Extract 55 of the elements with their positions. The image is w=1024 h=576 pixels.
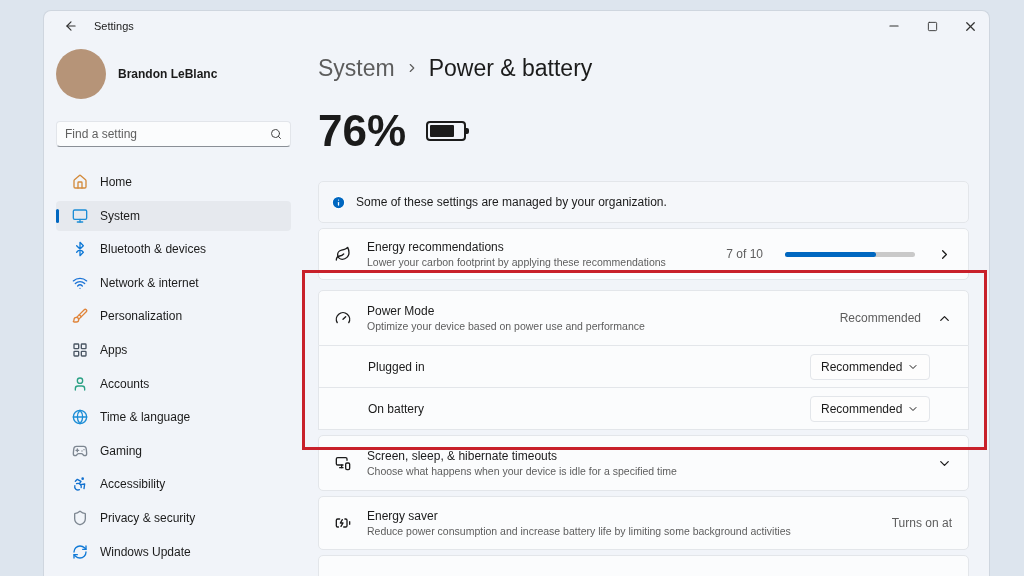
settings-card[interactable]: Screen, sleep, & hibernate timeouts Choose what happens when your device is idle for a specified time [318,435,969,491]
nav-item[interactable]: Accounts [56,368,291,399]
leaf-icon [335,246,351,262]
dropdown[interactable]: Recommended [810,395,930,422]
battery-percent: 76% [318,106,407,156]
card-subtitle: Reduce power consumption and increase battery life by limiting some background activities [367,525,792,537]
search-field[interactable]: Find a setting [56,121,291,147]
globe-icon [72,409,88,426]
card-subtitle: Optimize your device based on power use and performance [367,320,646,332]
search-icon [270,128,282,140]
nav-item[interactable]: Accessibility [56,469,291,500]
home-icon [72,174,88,190]
nav-item[interactable]: Privacy & security [56,502,291,533]
card-subtitle: Lower your carbon footprint by applying these recommendations [367,256,667,268]
nav-item[interactable]: System [56,200,291,231]
nav-item[interactable]: Personalization [56,301,291,332]
apps-grid-icon [72,341,88,358]
current-value: Turns on at [891,516,952,530]
nav-item[interactable]: Apps [56,334,291,365]
window-title: Settings [94,20,135,32]
nav-item[interactable]: Home [56,167,291,197]
breadcrumb-link[interactable]: System [318,54,395,82]
shield-icon [72,509,88,526]
settings-card[interactable]: Power Mode Optimize your device based on power use and performance Recommended [318,290,969,346]
nav-item[interactable]: Windows Update [56,536,291,567]
person-icon [72,375,88,392]
update-icon [72,543,88,560]
avatar [56,49,106,99]
card-title: Screen, sleep, & hibernate timeouts [367,449,559,463]
dropdown[interactable]: Recommended [810,353,930,380]
option-label: On battery [368,401,425,416]
settings-card[interactable]: Energy saver Reduce power consumption and increase battery life by limiting some background activities Turns on at [318,496,969,550]
nav-item[interactable]: Time & language [56,402,291,433]
card-subtitle: Choose what happens when your device is idle for a specified time [367,465,678,477]
monitor-icon [72,207,88,224]
progress-count: 7 of 10 [726,247,763,261]
info-icon [331,194,346,210]
maximize-icon [926,20,938,32]
notice-text: Some of these settings are managed by your organization. [356,195,667,209]
page-title: Power & battery [428,54,593,82]
accessibility-icon [72,476,88,493]
battery-icon [426,121,467,141]
monitor-icon [335,455,351,471]
nav-item[interactable]: Gaming [56,435,291,466]
current-value: Recommended [839,311,921,325]
option-label: Plugged in [368,359,425,374]
gauge-icon [335,310,351,326]
card-title: Energy saver [367,509,439,523]
profile-name: Brandon LeBlanc [118,67,218,81]
nav-item[interactable]: Network & internet [56,267,291,298]
card-title: Energy recommendations [367,240,505,254]
card-title: Power Mode [367,304,436,318]
nav-item[interactable]: Bluetooth & devices [56,234,291,265]
brush-icon [72,308,88,325]
settings-card[interactable]: Energy recommendations Lower your carbon footprint by applying these recommendations 7 of 10 [318,228,969,280]
